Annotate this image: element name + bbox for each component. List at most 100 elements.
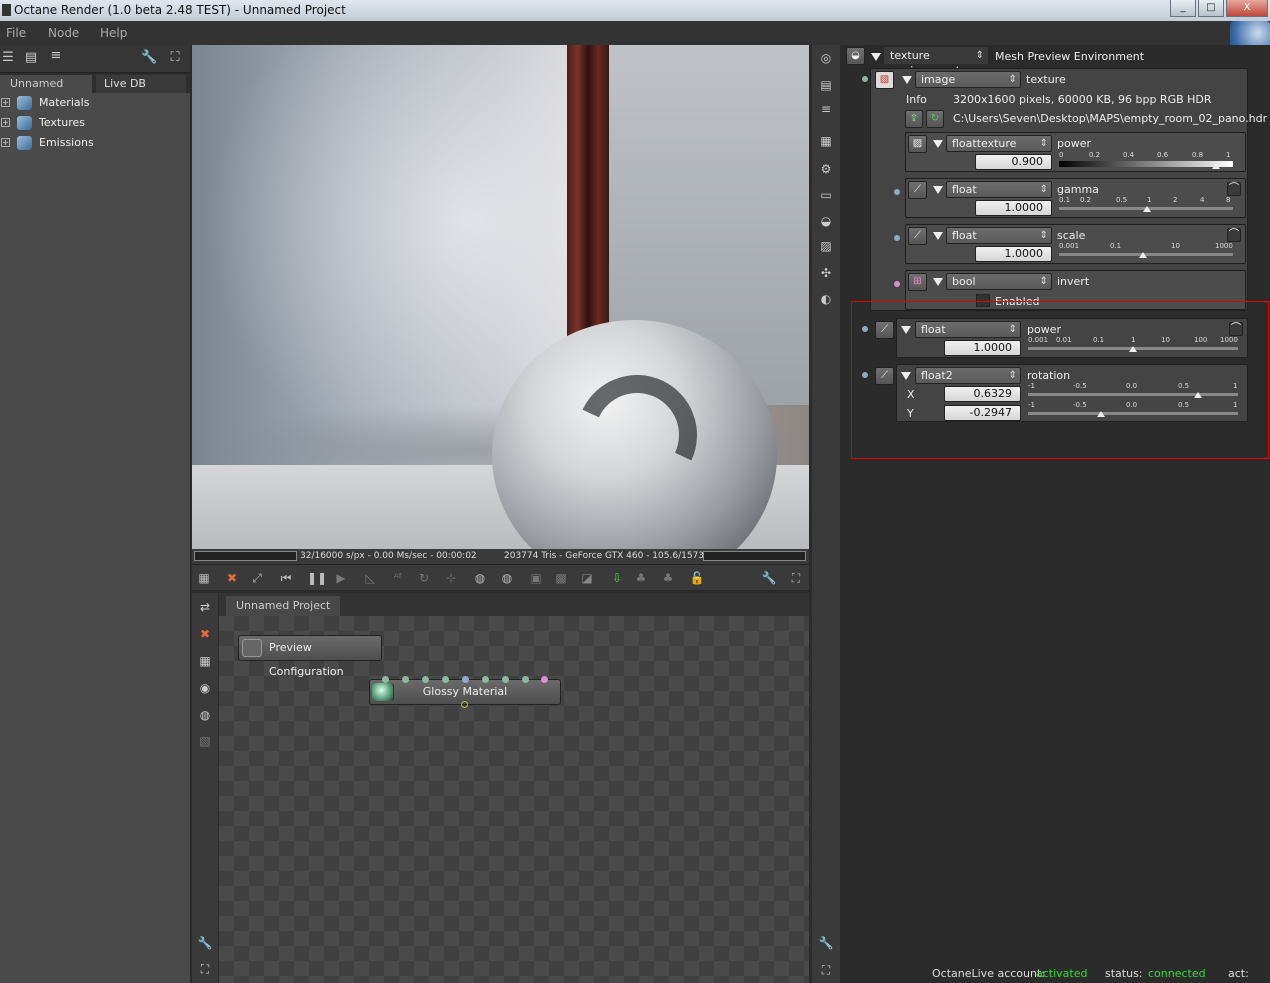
environment-node-icon[interactable]: ◒ [846,47,865,65]
wrench-icon[interactable]: 🔧 [761,570,777,586]
focus-icon[interactable]: ◺ [362,570,378,586]
load-file-icon[interactable]: ⇪ [905,110,923,128]
tree-item-emissions[interactable]: + Emissions [0,134,190,152]
collapse-triangle[interactable] [902,76,912,84]
tab-graph-project[interactable]: Unnamed Project [226,596,341,616]
minimize-button[interactable]: _ [1170,0,1196,17]
imager-icon[interactable]: ✣ [818,265,834,281]
restart-icon[interactable]: ⏮ [278,570,294,586]
play-icon[interactable]: ▶ [333,570,349,586]
bool-node-icon[interactable]: ⊞ [908,273,927,291]
collapse-triangle[interactable] [933,232,943,240]
split-icon[interactable]: ◪ [579,570,595,586]
list-icon[interactable]: ≡ [818,101,834,117]
stop-render-icon[interactable]: ✖ [224,570,240,586]
curve-icon[interactable]: ⌒ [1227,182,1241,196]
scale-type-select[interactable]: float [946,227,1052,244]
wrench-icon[interactable]: 🔧 [197,935,213,951]
screenshot-icon[interactable]: ▦ [196,570,212,586]
af-icon[interactable]: ᴬᶠ [390,570,406,586]
wrench-icon[interactable]: 🔧 [818,935,834,951]
collapse-triangle[interactable] [933,140,943,148]
output-pin[interactable] [461,701,468,708]
fullscreen-icon[interactable]: ⛶ [167,51,183,65]
pin-dot[interactable] [894,281,900,287]
picture-icon[interactable]: ▨ [818,238,834,254]
import-icon[interactable]: ⇩ [609,570,625,586]
node-icon-b[interactable]: ♣ [660,570,676,586]
lock-icon[interactable]: 🔓 [689,570,705,586]
fullscreen-icon[interactable]: ⛶ [818,962,834,978]
sphere-b-icon[interactable]: ◍ [499,570,515,586]
expand-icon[interactable]: + [1,138,10,147]
fullscreen-icon[interactable]: ⛶ [197,961,213,977]
node-graph-canvas[interactable]: Preview Configuration Glossy Material [219,616,809,983]
gamma-value[interactable]: 1.0000 [975,200,1052,216]
image-type-select[interactable]: image [915,71,1021,88]
pause-icon[interactable]: ❚❚ [307,570,327,586]
input-pin[interactable] [502,676,509,683]
rotate-camera-icon[interactable]: ↻ [416,570,432,586]
kernel-icon[interactable]: ⚙ [818,161,834,177]
pin-dot[interactable] [862,76,868,82]
image-texture-icon[interactable]: ▧ [875,71,894,89]
input-pin[interactable] [442,676,449,683]
collapse-triangle[interactable] [871,53,881,61]
menu-help[interactable]: Help [100,26,127,40]
delete-icon[interactable]: ✖ [197,626,213,642]
render-viewport[interactable] [192,45,809,549]
power-value[interactable]: 0.900 [975,154,1052,170]
close-button[interactable]: X [1226,0,1268,17]
graph-icon[interactable]: ▧ [197,733,213,749]
region-icon[interactable]: ▣ [528,570,544,586]
fit-icon[interactable]: ⤢ [249,570,265,586]
expand-icon[interactable]: + [1,118,10,127]
sphere-a-icon[interactable]: ◍ [472,570,488,586]
maximize-button[interactable]: □ [1198,0,1224,17]
checker-icon[interactable]: ▩ [553,570,569,586]
tab-unnamed-project[interactable]: Unnamed Project [0,75,92,108]
material-icon[interactable]: ◉ [197,680,213,696]
float-node-icon[interactable]: ⟋ [908,181,927,199]
input-pin[interactable] [482,676,489,683]
pin-dot[interactable] [894,235,900,241]
stack-icon[interactable]: ▤ [818,77,834,93]
environment-icon[interactable]: ◒ [818,213,834,229]
tab-live-db[interactable]: Live DB [96,75,186,93]
curve-icon[interactable]: ⌒ [1227,228,1241,242]
node-preview-configuration[interactable]: Preview Configuration [238,635,382,678]
collapse-icon[interactable]: ☰ [0,51,16,65]
camera-icon[interactable]: ◎ [818,50,834,66]
paint-icon[interactable]: ◐ [818,291,834,307]
sphere-icon[interactable]: ◍ [197,707,213,723]
tree-item-materials[interactable]: + Materials [0,94,190,112]
input-pin[interactable] [462,676,469,683]
image-icon[interactable]: ▦ [818,133,834,149]
power-type-select[interactable]: floattexture [946,135,1052,152]
input-pin[interactable] [541,676,548,683]
stack-icon[interactable]: ▤ [23,51,39,65]
node-icon-a[interactable]: ♣ [633,570,649,586]
tree-item-textures[interactable]: + Textures [0,114,190,132]
env-type-select[interactable]: texture environment [884,47,988,77]
float-texture-icon[interactable]: ▨ [908,135,927,153]
pick-icon[interactable]: ⊹ [443,570,459,586]
float-node-icon[interactable]: ⟋ [908,227,927,245]
scale-value[interactable]: 1.0000 [975,246,1052,262]
input-pin[interactable] [422,676,429,683]
gamma-slider-thumb[interactable] [1143,206,1151,212]
input-pin[interactable] [522,676,529,683]
input-pin[interactable] [382,676,389,683]
list-icon[interactable]: ≡ [48,49,64,63]
expand-icon[interactable]: + [1,98,10,107]
arrange-icon[interactable]: ⇄ [197,599,213,615]
scale-slider-thumb[interactable] [1139,252,1147,258]
power-gradient-bar[interactable] [1059,161,1233,167]
fullscreen-icon[interactable]: ⛶ [788,570,804,586]
input-pin[interactable] [402,676,409,683]
add-node-icon[interactable]: ▦ [197,653,213,669]
power-slider-thumb[interactable] [1211,163,1220,169]
film-icon[interactable]: ▭ [818,187,834,203]
collapse-triangle[interactable] [933,186,943,194]
menu-node[interactable]: Node [48,26,79,40]
